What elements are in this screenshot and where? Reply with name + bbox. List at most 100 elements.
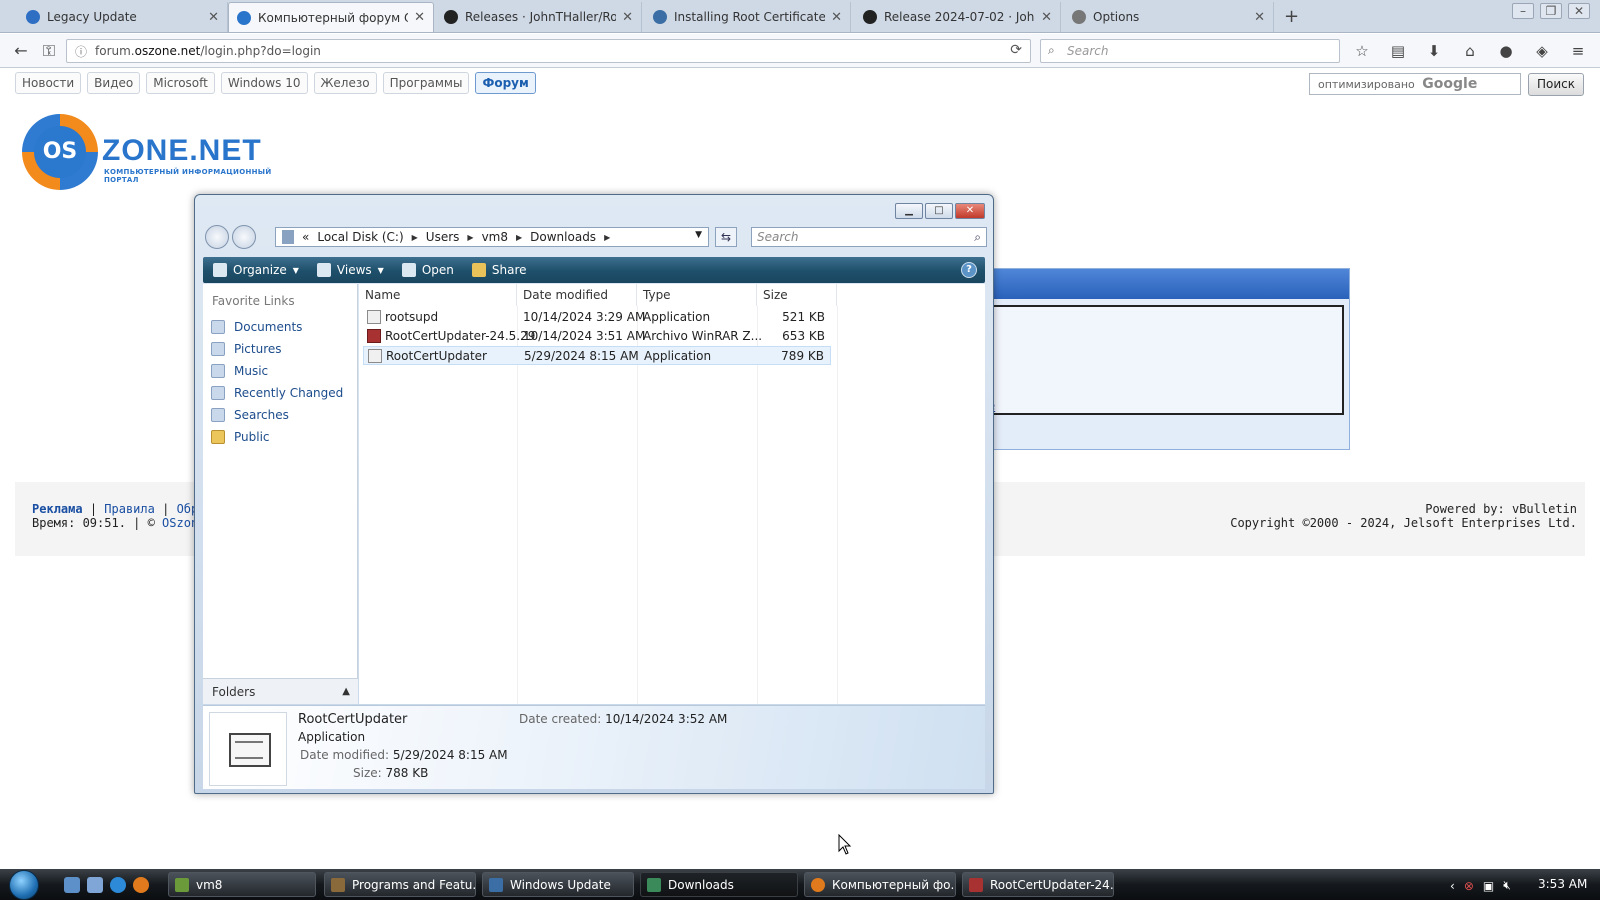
- breadcrumb-arrow-icon[interactable]: ▶: [467, 233, 473, 242]
- close-icon[interactable]: ✕: [831, 10, 842, 25]
- star-icon[interactable]: ☆: [1352, 41, 1372, 61]
- firefox-icon[interactable]: [133, 877, 149, 893]
- back-arrow-icon[interactable]: ←: [8, 39, 34, 63]
- close-icon[interactable]: ✕: [208, 10, 219, 25]
- taskbar-button-downloads[interactable]: Downloads: [640, 872, 798, 897]
- column-date-modified[interactable]: Date modified: [517, 284, 637, 306]
- close-icon[interactable]: ✕: [1254, 10, 1265, 25]
- internet-explorer-icon[interactable]: [110, 877, 126, 893]
- taskbar-button-vm8[interactable]: vm8: [168, 872, 316, 897]
- reading-list-icon[interactable]: ▤: [1388, 41, 1408, 61]
- volume-muted-icon[interactable]: 🔇︎: [1503, 878, 1511, 893]
- explorer-search-input[interactable]: Search ⌕: [751, 227, 987, 247]
- taskbar-clock[interactable]: 3:53 AM: [1538, 877, 1587, 891]
- column-name[interactable]: Name: [359, 284, 517, 306]
- nav-documents[interactable]: Documents: [211, 317, 302, 337]
- breadcrumb-downloads[interactable]: Downloads: [530, 230, 596, 244]
- footer-link-ads[interactable]: Реклама: [32, 502, 83, 516]
- chat-icon[interactable]: ●: [1496, 41, 1516, 61]
- browser-search-input[interactable]: ⌕ Search: [1040, 39, 1340, 63]
- site-nav-hardware[interactable]: Железо: [313, 72, 377, 94]
- nav-pictures[interactable]: Pictures: [211, 339, 282, 359]
- close-icon[interactable]: ✕: [622, 10, 633, 25]
- nav-searches[interactable]: Searches: [211, 405, 289, 425]
- switch-windows-icon[interactable]: [87, 877, 103, 893]
- menu-icon[interactable]: ≡: [1568, 41, 1588, 61]
- close-icon[interactable]: ✕: [955, 203, 985, 219]
- site-nav-windows10[interactable]: Windows 10: [220, 72, 308, 94]
- google-search-input[interactable]: оптимизировано Google: [1309, 73, 1521, 95]
- site-nav-video[interactable]: Видео: [87, 72, 141, 94]
- start-button[interactable]: [9, 870, 39, 900]
- minimize-icon[interactable]: –: [1512, 3, 1534, 19]
- close-icon[interactable]: ✕: [1041, 10, 1052, 25]
- home-icon[interactable]: ⌂: [1460, 41, 1480, 61]
- search-icon[interactable]: ⌕: [974, 228, 981, 246]
- breadcrumb-local-disk[interactable]: Local Disk (C:): [317, 230, 403, 244]
- tab-releases[interactable]: Releases · JohnTHaller/Roo... ✕: [436, 2, 642, 32]
- views-icon: [316, 263, 331, 277]
- tab-release-2024[interactable]: Release 2024-07-02 · JohnT... ✕: [855, 2, 1061, 32]
- breadcrumb-arrow-icon[interactable]: ▶: [516, 233, 522, 242]
- tab-installing-root-certificate[interactable]: Installing Root Certificate o... ✕: [645, 2, 851, 32]
- nav-recently-changed[interactable]: Recently Changed: [211, 383, 343, 403]
- url-bar[interactable]: ⓘ forum. oszone.net /login.php?do=login …: [66, 39, 1031, 63]
- network-icon[interactable]: ▣: [1483, 879, 1494, 893]
- help-icon[interactable]: ?: [961, 262, 977, 278]
- url-prefix: forum.: [95, 44, 135, 58]
- close-window-icon[interactable]: ✕: [1568, 3, 1590, 19]
- file-row-rootcertupdater[interactable]: RootCertUpdater 5/29/2024 8:15 AM Applic…: [363, 346, 831, 365]
- chevron-down-icon[interactable]: ▼: [695, 230, 702, 240]
- column-size[interactable]: Size: [757, 284, 837, 306]
- share-button[interactable]: Share: [471, 263, 527, 277]
- explorer-window[interactable]: ▁ □ ✕ « Local Disk (C:) ▶ Users ▶ vm8 ▶ …: [194, 194, 994, 794]
- oszone-logo[interactable]: OS ZONE.NET КОМПЬЮТЕРНЫЙ ИНФОРМАЦИОННЫЙ …: [20, 112, 280, 192]
- explorer-address-bar[interactable]: « Local Disk (C:) ▶ Users ▶ vm8 ▶ Downlo…: [275, 227, 709, 247]
- breadcrumb-overflow[interactable]: «: [302, 230, 309, 244]
- site-nav-news[interactable]: Новости: [15, 72, 82, 94]
- breadcrumb-arrow-icon[interactable]: ▶: [604, 233, 610, 242]
- taskbar-button-windows-update[interactable]: Windows Update: [482, 872, 634, 897]
- maximize-icon[interactable]: □: [925, 203, 953, 219]
- taskbar-button-firefox-forum[interactable]: Компьютерный фо...: [804, 872, 956, 897]
- download-icon[interactable]: ⬇: [1424, 41, 1444, 61]
- pocket-icon[interactable]: ◈: [1532, 41, 1552, 61]
- show-desktop-icon[interactable]: [64, 877, 80, 893]
- forward-button[interactable]: [232, 225, 256, 249]
- file-row-rootsupd[interactable]: rootsupd 10/14/2024 3:29 AM Application …: [363, 308, 831, 327]
- refresh-icon[interactable]: ⇆: [715, 227, 737, 247]
- key-icon[interactable]: ⚿: [36, 39, 62, 63]
- open-button[interactable]: Open: [401, 263, 454, 277]
- footer-link-rules[interactable]: Правила: [104, 502, 155, 516]
- views-button[interactable]: Views ▼: [316, 263, 384, 277]
- info-icon[interactable]: ⓘ: [75, 43, 87, 60]
- security-alert-icon[interactable]: ⊗: [1464, 879, 1474, 893]
- organize-button[interactable]: Organize ▼: [213, 263, 299, 277]
- breadcrumb-vm8[interactable]: vm8: [482, 230, 508, 244]
- back-button[interactable]: [205, 225, 229, 249]
- tab-options[interactable]: Options ✕: [1064, 2, 1274, 32]
- nav-music[interactable]: Music: [211, 361, 268, 381]
- taskbar-button-programs-and-features[interactable]: Programs and Featu...: [324, 872, 476, 897]
- taskbar-button-rootcertupdater[interactable]: RootCertUpdater-24...: [962, 872, 1114, 897]
- google-wordmark: Google: [1422, 76, 1478, 92]
- site-nav-microsoft[interactable]: Microsoft: [146, 72, 215, 94]
- site-nav-programs[interactable]: Программы: [382, 72, 470, 94]
- restore-icon[interactable]: ❐: [1540, 3, 1562, 19]
- tab-oszone-forum[interactable]: Компьютерный форум O... ✕: [228, 2, 434, 32]
- close-icon[interactable]: ✕: [414, 10, 425, 25]
- folders-toggle[interactable]: Folders ▲: [203, 678, 358, 704]
- new-tab-icon[interactable]: +: [1284, 6, 1299, 27]
- tab-legacy-update[interactable]: Legacy Update ✕: [18, 2, 228, 32]
- minimize-icon[interactable]: ▁: [895, 203, 923, 219]
- site-nav-forum[interactable]: Форум: [475, 72, 536, 94]
- site-search-button[interactable]: Поиск: [1528, 73, 1584, 96]
- powered-by: Powered by: vBulletin: [1425, 502, 1577, 516]
- column-type[interactable]: Type: [637, 284, 757, 306]
- tray-expand-icon[interactable]: ‹: [1450, 879, 1455, 893]
- breadcrumb-users[interactable]: Users: [426, 230, 460, 244]
- file-row-rootcertupdater-archive[interactable]: RootCertUpdater-24.5.29 10/14/2024 3:51 …: [363, 327, 831, 346]
- breadcrumb-arrow-icon[interactable]: ▶: [412, 233, 418, 242]
- reload-icon[interactable]: ⟳: [1010, 42, 1022, 58]
- nav-public[interactable]: Public: [211, 427, 270, 447]
